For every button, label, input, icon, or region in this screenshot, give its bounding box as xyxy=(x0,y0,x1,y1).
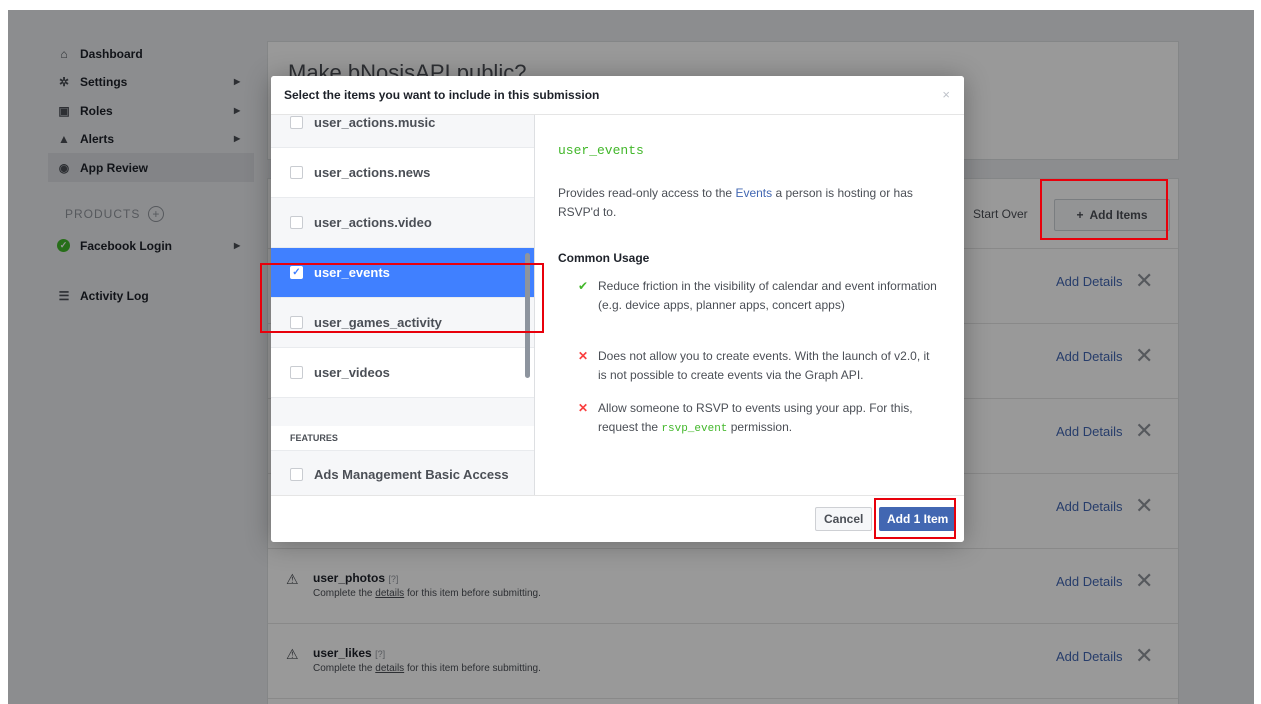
close-icon[interactable]: × xyxy=(942,87,950,102)
checkbox[interactable] xyxy=(290,468,303,481)
checkbox[interactable] xyxy=(290,366,303,379)
x-icon: ✕ xyxy=(578,349,589,363)
checkbox[interactable] xyxy=(290,116,303,129)
list-item-user-actions-news[interactable]: user_actions.news xyxy=(271,148,534,198)
list-item-user-actions-video[interactable]: user_actions.video xyxy=(271,198,534,248)
usage-item: ✕ Does not allow you to create events. W… xyxy=(578,349,930,382)
dialog-title: Select the items you want to include in … xyxy=(284,88,600,102)
cancel-button[interactable]: Cancel xyxy=(815,507,873,531)
checkbox[interactable] xyxy=(290,216,303,229)
features-header: FEATURES xyxy=(271,426,534,451)
checkbox[interactable] xyxy=(290,316,303,329)
list-item-user-videos[interactable]: user_videos xyxy=(271,348,534,398)
add-item-button[interactable]: Add 1 Item xyxy=(879,507,957,531)
dialog-body: user_actions.music user_actions.news use… xyxy=(271,115,964,495)
x-icon: ✕ xyxy=(578,401,589,415)
list-item-user-actions-music[interactable]: user_actions.music xyxy=(271,115,534,148)
permission-detail: user_events Provides read-only access to… xyxy=(535,115,964,495)
submission-dialog: Select the items you want to include in … xyxy=(271,76,964,542)
checkbox-checked-icon[interactable]: ✓ xyxy=(290,266,303,279)
common-usage-heading: Common Usage xyxy=(558,251,650,265)
usage-item: ✔ Reduce friction in the visibility of c… xyxy=(578,279,937,312)
list-item-user-events[interactable]: ✓ user_events xyxy=(271,248,534,298)
events-link[interactable]: Events xyxy=(735,186,772,200)
list-scrollbar[interactable] xyxy=(525,253,530,378)
usage-item: ✕ Allow someone to RSVP to events using … xyxy=(578,401,913,435)
dialog-footer: Cancel Add 1 Item xyxy=(271,495,964,542)
list-item-ads-management[interactable]: Ads Management Basic Access xyxy=(271,451,534,495)
list-item-user-games-activity[interactable]: user_games_activity xyxy=(271,298,534,348)
permission-description: Provides read-only access to the Events … xyxy=(558,186,913,219)
checkbox[interactable] xyxy=(290,166,303,179)
check-icon: ✔ xyxy=(578,279,589,293)
permission-name: user_events xyxy=(558,143,644,158)
dialog-header: Select the items you want to include in … xyxy=(271,76,964,115)
permission-list: user_actions.music user_actions.news use… xyxy=(271,115,535,495)
